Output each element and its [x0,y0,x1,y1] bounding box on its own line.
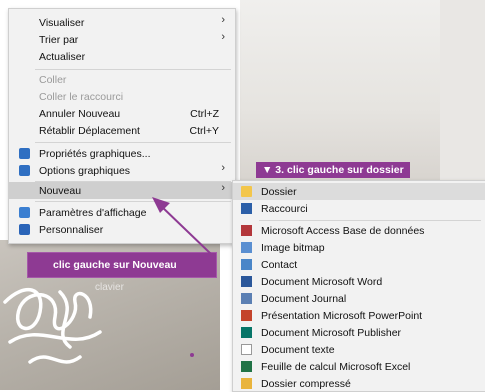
graphics-options-icon [19,165,30,176]
menu-item-label: Actualiser [39,50,86,63]
menu-item-coller-raccourci: Coller le raccourci [9,88,235,105]
submenu-item-word[interactable]: Document Microsoft Word [233,273,485,290]
menu-item-label: Paramètres d'affichage [39,206,147,219]
menu-item-label: Trier par [39,33,79,46]
graphics-properties-icon [19,148,30,159]
submenu-item-powerpoint[interactable]: Présentation Microsoft PowerPoint [233,307,485,324]
menu-item-visualiser[interactable]: Visualiser › [9,14,235,31]
menu-separator [35,201,231,202]
shortcut-label: Ctrl+Z [190,107,219,120]
menu-separator [35,69,231,70]
submenu-item-journal[interactable]: Document Journal [233,290,485,307]
submenu-item-excel[interactable]: Feuille de calcul Microsoft Excel [233,358,485,375]
menu-item-label: Propriétés graphiques... [39,147,151,160]
submenu-item-label: Dossier compressé [261,377,351,390]
menu-item-label: Nouveau [39,184,82,197]
text-document-icon [241,344,252,355]
submenu-item-label: Microsoft Access Base de données [261,224,425,237]
menu-item-label: Options graphiques [39,164,131,177]
publisher-icon [241,327,252,338]
personalize-icon [19,224,30,235]
zip-folder-icon [241,378,252,389]
access-database-icon [241,225,252,236]
word-document-icon [241,276,252,287]
step3-callout: ▼ 3. clic gauche sur dossier [256,162,410,178]
display-settings-icon [19,207,30,218]
submenu-item-label: Dossier [261,185,297,198]
menu-item-label: Personnaliser [39,223,104,236]
submenu-item-label: Document Journal [261,292,347,305]
submenu-item-label: Feuille de calcul Microsoft Excel [261,360,411,373]
menu-item-retablir[interactable]: Rétablir Déplacement Ctrl+Y [9,122,235,139]
chevron-right-icon: › [221,31,225,43]
menu-item-label: Coller [39,73,67,86]
shortcut-label: Ctrl+Y [189,124,219,137]
submenu-item-contact[interactable]: Contact [233,256,485,273]
submenu-item-label: Document Microsoft Publisher [261,326,402,339]
annotation-dot [190,353,194,357]
submenu-item-compresse[interactable]: Dossier compressé [233,375,485,392]
faint-background-text: clavier [95,282,124,293]
submenu-item-label: Raccourci [261,202,308,215]
submenu-item-label: Présentation Microsoft PowerPoint [261,309,423,322]
menu-item-proprietes-graphiques[interactable]: Propriétés graphiques... [9,145,235,162]
menu-item-actualiser[interactable]: Actualiser [9,48,235,65]
menu-item-label: Annuler Nouveau [39,107,121,120]
chevron-right-icon: › [221,162,225,174]
wallpaper-top-right [440,0,485,180]
desktop-context-menu: Visualiser › Trier par › Actualiser Coll… [8,8,236,244]
menu-item-annuler[interactable]: Annuler Nouveau Ctrl+Z [9,105,235,122]
new-submenu: Dossier Raccourci Microsoft Access Base … [232,180,485,392]
shortcut-icon [241,203,252,214]
submenu-item-publisher[interactable]: Document Microsoft Publisher [233,324,485,341]
chevron-right-icon: › [221,182,225,194]
bitmap-image-icon [241,242,252,253]
menu-separator [35,142,231,143]
menu-item-nouveau[interactable]: Nouveau › [9,182,235,199]
submenu-item-image-bitmap[interactable]: Image bitmap [233,239,485,256]
contact-icon [241,259,252,270]
excel-icon [241,361,252,372]
submenu-item-label: Document texte [261,343,335,356]
folder-icon [241,186,252,197]
scribble-drawing [3,287,102,364]
menu-item-coller: Coller [9,71,235,88]
menu-item-trier-par[interactable]: Trier par › [9,31,235,48]
chevron-right-icon: › [221,14,225,26]
menu-item-parametres-affichage[interactable]: Paramètres d'affichage [9,204,235,221]
menu-item-label: Rétablir Déplacement [39,124,140,137]
submenu-item-texte[interactable]: Document texte [233,341,485,358]
menu-item-label: Coller le raccourci [39,90,124,103]
menu-item-label: Visualiser [39,16,85,29]
powerpoint-icon [241,310,252,321]
submenu-item-label: Contact [261,258,298,271]
submenu-item-raccourci[interactable]: Raccourci [233,200,485,217]
menu-item-personnaliser[interactable]: Personnaliser [9,221,235,238]
nouveau-callout: clic gauche sur Nouveau [27,252,217,278]
submenu-separator [259,220,481,221]
submenu-item-access[interactable]: Microsoft Access Base de données [233,222,485,239]
submenu-item-dossier[interactable]: Dossier [233,183,485,200]
menu-item-options-graphiques[interactable]: Options graphiques › [9,162,235,179]
submenu-item-label: Image bitmap [261,241,325,254]
journal-document-icon [241,293,252,304]
submenu-item-label: Document Microsoft Word [261,275,383,288]
